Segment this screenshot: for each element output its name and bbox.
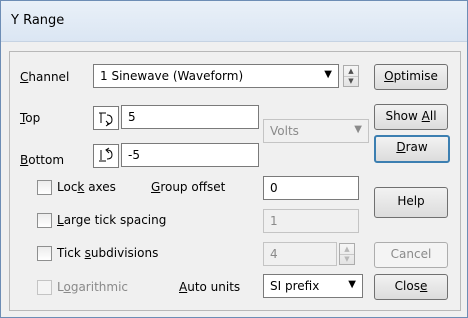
show-all-button[interactable]: Show All [374,104,448,130]
bottom-label: Bottom [20,153,65,167]
top-label: Top [20,111,41,125]
large-tick-label[interactable]: Large tick spacing [57,213,166,227]
logarithmic-label[interactable]: Logarithmic [57,280,128,294]
lock-axes-label[interactable]: Lock axes [57,180,116,194]
help-button[interactable]: Help [374,187,448,218]
spin-down-icon[interactable]: ▼ [340,254,354,264]
large-tick-field[interactable]: 1 [263,209,359,233]
lock-bottom-icon [99,147,113,162]
window-title: Y Range [11,13,65,28]
bottom-lock-button[interactable] [93,144,119,168]
auto-units-select[interactable]: SI prefix ▼ [263,274,363,298]
top-value: 5 [128,110,136,124]
channel-select[interactable]: 1 Sinewave (Waveform) ▼ [93,64,339,88]
top-field[interactable]: 5 [121,105,259,129]
optimise-button[interactable]: Optimise [374,64,448,90]
group-offset-value: 0 [270,181,278,195]
logarithmic-checkbox[interactable] [37,280,52,295]
tick-subdivisions-value: 4 [270,247,278,261]
units-select[interactable]: Volts ▼ [263,119,369,143]
channel-label: Channel [20,70,70,84]
group-offset-field[interactable]: 0 [263,176,359,200]
group-offset-label: Group offset [151,180,226,194]
tick-subdivisions-spinner[interactable]: ▲ ▼ [339,243,355,265]
cancel-button[interactable]: Cancel [374,242,448,268]
large-tick-checkbox[interactable] [37,213,52,228]
spin-down-icon[interactable]: ▼ [344,76,358,86]
channel-spinner[interactable]: ▲ ▼ [343,65,359,87]
title-bar[interactable]: Y Range [1,1,467,42]
chevron-down-icon: ▼ [348,279,356,290]
top-lock-button[interactable] [93,106,119,130]
bottom-value: -5 [128,148,140,162]
auto-units-value: SI prefix [270,279,320,293]
close-button[interactable]: Close [374,274,448,300]
draw-button[interactable]: Draw [374,135,450,163]
tick-subdivisions-field[interactable]: 4 [263,242,337,266]
lock-top-icon [99,112,113,127]
chevron-down-icon: ▼ [354,124,362,135]
units-value: Volts [270,124,299,138]
y-range-dialog: Y Range Channel 1 Sinewave (Waveform) ▼ … [0,0,468,318]
chevron-down-icon: ▼ [324,69,332,80]
auto-units-label: Auto units [179,280,241,294]
tick-subdivisions-checkbox[interactable] [37,246,52,261]
tick-subdivisions-label[interactable]: Tick subdivisions [57,246,158,260]
bottom-field[interactable]: -5 [121,143,259,167]
lock-axes-checkbox[interactable] [37,180,52,195]
channel-value: 1 Sinewave (Waveform) [100,69,244,83]
large-tick-value: 1 [270,214,278,228]
